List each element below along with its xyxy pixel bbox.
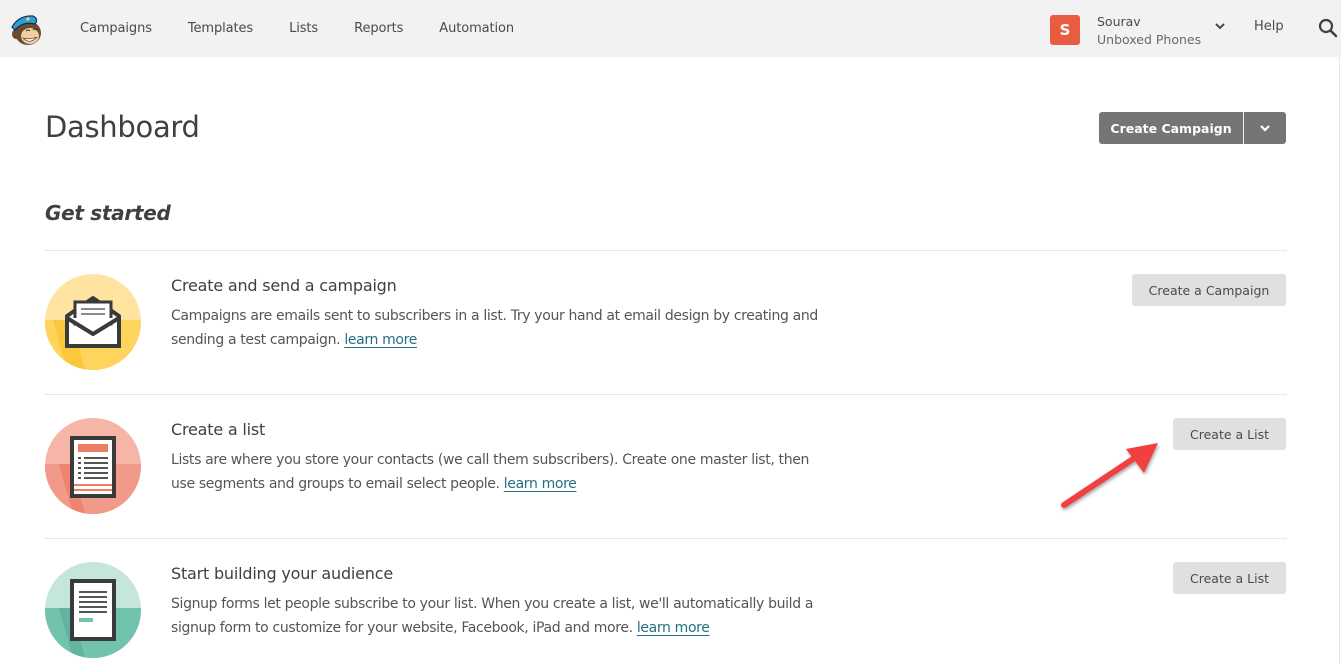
split-divider <box>1243 112 1244 144</box>
nav-reports[interactable]: Reports <box>336 21 421 36</box>
account-organization: Unboxed Phones <box>1097 32 1202 47</box>
page-title: Dashboard <box>45 110 200 144</box>
nav-lists[interactable]: Lists <box>271 21 336 36</box>
card-description: Campaigns are emails sent to subscribers… <box>171 304 831 352</box>
create-a-campaign-button[interactable]: Create a Campaign <box>1132 274 1286 306</box>
list-document-icon <box>45 418 141 514</box>
account-menu[interactable]: S Sourav Unboxed Phones <box>1050 13 1225 49</box>
create-a-list-button[interactable]: Create a List <box>1173 562 1286 594</box>
annotation-arrow-icon <box>1061 443 1158 508</box>
scrollbar-track[interactable] <box>1339 57 1340 664</box>
help-link[interactable]: Help <box>1254 19 1284 34</box>
card-description: Signup forms let people subscribe to you… <box>171 592 831 640</box>
nav-templates[interactable]: Templates <box>170 21 271 36</box>
card-description-text: Lists are where you store your contacts … <box>171 452 810 492</box>
search-icon[interactable] <box>1318 18 1338 38</box>
create-campaign-split-button: Create Campaign <box>1099 112 1286 144</box>
card-title: Create and send a campaign <box>171 276 397 295</box>
card-description: Lists are where you store your contacts … <box>171 448 831 496</box>
divider <box>45 394 1286 395</box>
divider <box>45 538 1286 539</box>
nav-automation[interactable]: Automation <box>421 21 532 36</box>
account-info[interactable]: Sourav Unboxed Phones <box>1097 13 1201 49</box>
avatar[interactable]: S <box>1050 15 1080 45</box>
section-title: Get started <box>45 201 171 225</box>
create-a-list-button[interactable]: Create a List <box>1173 418 1286 450</box>
main-nav: Campaigns Templates Lists Reports Automa… <box>62 0 532 57</box>
create-campaign-button[interactable]: Create Campaign <box>1099 112 1243 144</box>
learn-more-link[interactable]: learn more <box>637 620 710 636</box>
mailchimp-logo-icon[interactable] <box>9 11 45 47</box>
card-title: Create a list <box>171 420 266 439</box>
account-name: Sourav <box>1097 14 1141 29</box>
card-description-text: Signup forms let people subscribe to you… <box>171 596 814 636</box>
divider <box>45 250 1286 251</box>
card-title: Start building your audience <box>171 564 393 583</box>
nav-campaigns[interactable]: Campaigns <box>62 21 170 36</box>
chevron-down-icon[interactable] <box>1214 21 1226 31</box>
learn-more-link[interactable]: learn more <box>344 332 417 348</box>
card-description-text: Campaigns are emails sent to subscribers… <box>171 308 818 348</box>
create-campaign-dropdown-button[interactable] <box>1244 112 1286 144</box>
learn-more-link[interactable]: learn more <box>504 476 577 492</box>
top-navigation-bar: Campaigns Templates Lists Reports Automa… <box>0 0 1341 57</box>
signup-form-icon <box>45 562 141 658</box>
chevron-down-icon <box>1260 125 1270 132</box>
envelope-icon <box>45 274 141 370</box>
